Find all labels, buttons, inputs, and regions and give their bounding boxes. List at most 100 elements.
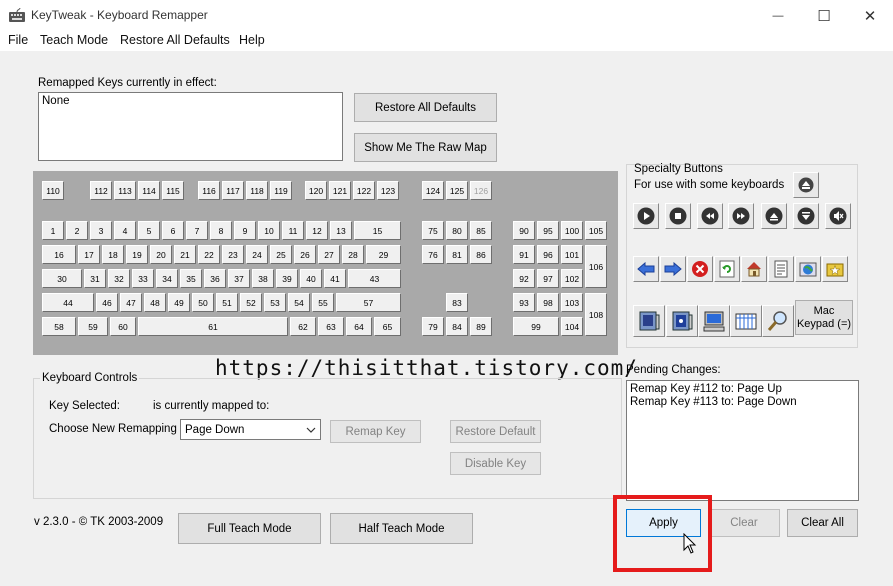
key-10[interactable]: 10 <box>258 221 280 240</box>
key-48[interactable]: 48 <box>144 293 166 312</box>
calculator-icon[interactable] <box>730 305 762 337</box>
key-57[interactable]: 57 <box>336 293 401 312</box>
key-99[interactable]: 99 <box>513 317 559 336</box>
key-53[interactable]: 53 <box>264 293 286 312</box>
key-38[interactable]: 38 <box>252 269 274 288</box>
key-106[interactable]: 106 <box>585 245 607 288</box>
key-104[interactable]: 104 <box>561 317 583 336</box>
key-83[interactable]: 83 <box>446 293 468 312</box>
key-79[interactable]: 79 <box>422 317 444 336</box>
key-15[interactable]: 15 <box>354 221 401 240</box>
key-76[interactable]: 76 <box>422 245 444 264</box>
key-100[interactable]: 100 <box>561 221 583 240</box>
key-121[interactable]: 121 <box>329 181 351 200</box>
minimize-button[interactable]: — <box>755 0 801 31</box>
key-4[interactable]: 4 <box>114 221 136 240</box>
media-player-icon[interactable] <box>633 305 665 337</box>
key-17[interactable]: 17 <box>78 245 100 264</box>
key-84[interactable]: 84 <box>446 317 468 336</box>
key-113[interactable]: 113 <box>114 181 136 200</box>
key-34[interactable]: 34 <box>156 269 178 288</box>
key-43[interactable]: 43 <box>348 269 401 288</box>
key-3[interactable]: 3 <box>90 221 112 240</box>
half-teach-mode-button[interactable]: Half Teach Mode <box>330 513 473 544</box>
key-95[interactable]: 95 <box>537 221 559 240</box>
key-115[interactable]: 115 <box>162 181 184 200</box>
key-98[interactable]: 98 <box>537 293 559 312</box>
key-101[interactable]: 101 <box>561 245 583 264</box>
key-50[interactable]: 50 <box>192 293 214 312</box>
key-120[interactable]: 120 <box>305 181 327 200</box>
forward-arrow-icon[interactable] <box>660 256 686 282</box>
app-window-icon[interactable] <box>666 305 698 337</box>
my-computer-icon[interactable] <box>698 305 730 337</box>
close-button[interactable]: ✕ <box>847 0 893 31</box>
home-icon[interactable] <box>741 256 767 282</box>
key-22[interactable]: 22 <box>198 245 220 264</box>
remapped-keys-list[interactable]: None <box>38 92 343 161</box>
key-40[interactable]: 40 <box>300 269 322 288</box>
key-8[interactable]: 8 <box>210 221 232 240</box>
key-37[interactable]: 37 <box>228 269 250 288</box>
play-icon[interactable] <box>633 203 659 229</box>
key-2[interactable]: 2 <box>66 221 88 240</box>
key-59[interactable]: 59 <box>78 317 108 336</box>
pending-changes-list[interactable]: Remap Key #112 to: Page Up Remap Key #11… <box>626 380 859 501</box>
back-arrow-icon[interactable] <box>633 256 659 282</box>
key-125[interactable]: 125 <box>446 181 468 200</box>
key-61[interactable]: 61 <box>138 317 288 336</box>
key-65[interactable]: 65 <box>374 317 401 336</box>
show-raw-map-button[interactable]: Show Me The Raw Map <box>354 133 497 162</box>
key-27[interactable]: 27 <box>318 245 340 264</box>
key-75[interactable]: 75 <box>422 221 444 240</box>
key-24[interactable]: 24 <box>246 245 268 264</box>
key-23[interactable]: 23 <box>222 245 244 264</box>
key-60[interactable]: 60 <box>110 317 136 336</box>
key-96[interactable]: 96 <box>537 245 559 264</box>
key-108[interactable]: 108 <box>585 293 607 336</box>
key-13[interactable]: 13 <box>330 221 352 240</box>
mac-keypad-button[interactable]: Mac Keypad (=) <box>795 300 853 335</box>
volume-up-icon[interactable] <box>761 203 787 229</box>
document-icon[interactable] <box>768 256 794 282</box>
key-28[interactable]: 28 <box>342 245 364 264</box>
key-19[interactable]: 19 <box>126 245 148 264</box>
mute-icon[interactable] <box>825 203 851 229</box>
key-20[interactable]: 20 <box>150 245 172 264</box>
menu-file[interactable]: File <box>8 33 28 47</box>
key-110[interactable]: 110 <box>42 181 64 200</box>
key-90[interactable]: 90 <box>513 221 535 240</box>
eject-icon[interactable] <box>793 172 819 198</box>
key-7[interactable]: 7 <box>186 221 208 240</box>
key-12[interactable]: 12 <box>306 221 328 240</box>
key-126[interactable]: 126 <box>470 181 492 200</box>
full-teach-mode-button[interactable]: Full Teach Mode <box>178 513 321 544</box>
key-26[interactable]: 26 <box>294 245 316 264</box>
key-86[interactable]: 86 <box>470 245 492 264</box>
key-122[interactable]: 122 <box>353 181 375 200</box>
key-93[interactable]: 93 <box>513 293 535 312</box>
key-58[interactable]: 58 <box>42 317 76 336</box>
key-102[interactable]: 102 <box>561 269 583 288</box>
key-112[interactable]: 112 <box>90 181 112 200</box>
key-21[interactable]: 21 <box>174 245 196 264</box>
stop-red-icon[interactable] <box>687 256 713 282</box>
key-52[interactable]: 52 <box>240 293 262 312</box>
key-62[interactable]: 62 <box>290 317 316 336</box>
key-103[interactable]: 103 <box>561 293 583 312</box>
key-36[interactable]: 36 <box>204 269 226 288</box>
key-41[interactable]: 41 <box>324 269 346 288</box>
key-119[interactable]: 119 <box>270 181 292 200</box>
clear-all-button[interactable]: Clear All <box>787 509 858 537</box>
key-9[interactable]: 9 <box>234 221 256 240</box>
menu-restore-all-defaults[interactable]: Restore All Defaults <box>120 33 230 47</box>
key-51[interactable]: 51 <box>216 293 238 312</box>
key-31[interactable]: 31 <box>84 269 106 288</box>
key-49[interactable]: 49 <box>168 293 190 312</box>
key-85[interactable]: 85 <box>470 221 492 240</box>
web-globe-icon[interactable] <box>795 256 821 282</box>
clear-button[interactable]: Clear <box>708 509 780 537</box>
key-25[interactable]: 25 <box>270 245 292 264</box>
key-105[interactable]: 105 <box>585 221 607 240</box>
key-1[interactable]: 1 <box>42 221 64 240</box>
